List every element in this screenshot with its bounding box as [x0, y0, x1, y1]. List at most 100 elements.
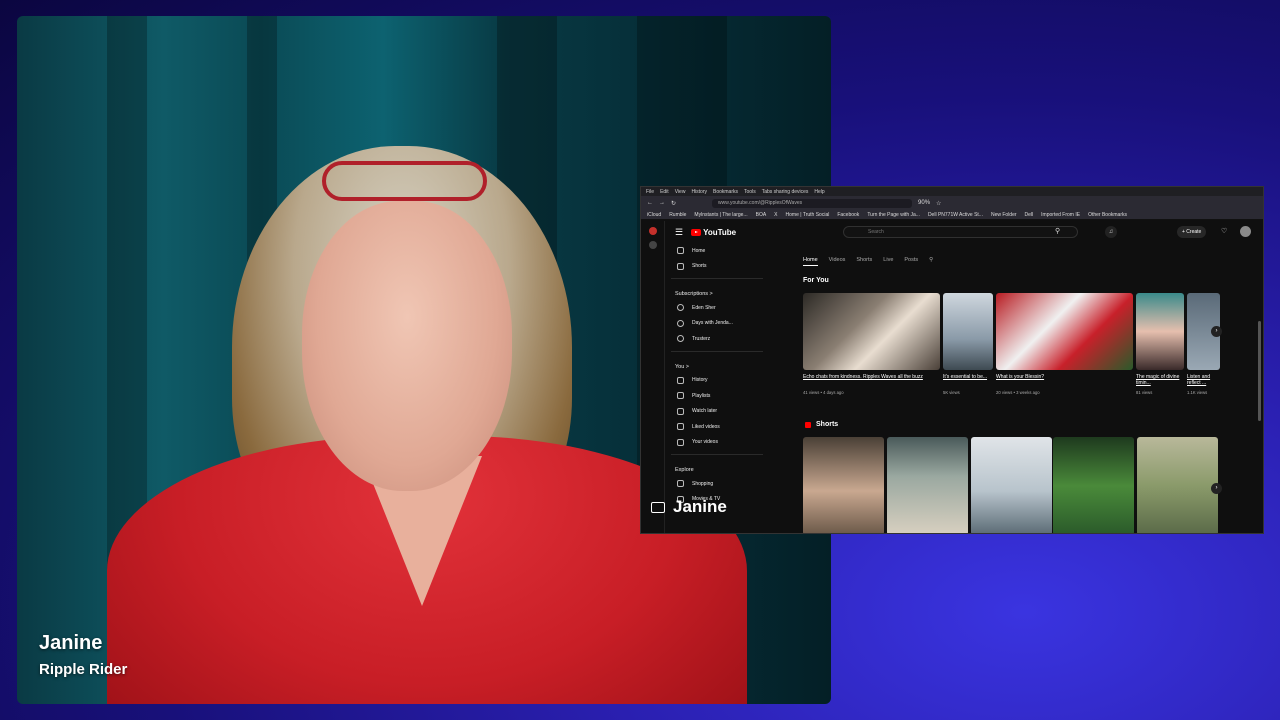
bookmark-item[interactable]: Other Bookmarks	[1088, 212, 1127, 218]
video-title[interactable]: It's essential to be...	[943, 374, 988, 380]
chevron-right-icon[interactable]: ›	[1211, 483, 1222, 494]
tab-shorts[interactable]: Shorts	[856, 257, 872, 266]
star-icon[interactable]: ☆	[936, 200, 941, 207]
video-thumbnail[interactable]	[996, 293, 1133, 370]
short-thumbnail[interactable]	[1053, 437, 1134, 533]
shorts-heading: Shorts	[816, 421, 839, 428]
youtube-header: ☰ YouTube Search ⚲ ♫ + Create ♡	[665, 221, 1263, 243]
shopping-bag-icon	[677, 480, 684, 488]
subscriptions-header[interactable]: Subscriptions >	[665, 283, 769, 300]
presenter-name: Janine	[39, 632, 103, 654]
you-header[interactable]: You >	[665, 356, 769, 373]
sidebar-item-subscription[interactable]: Trusterz	[665, 331, 769, 347]
sidebar-item-liked[interactable]: Liked videos	[665, 419, 769, 435]
tab-videos[interactable]: Videos	[829, 257, 846, 266]
bookmark-item[interactable]: Turn the Page with Ja...	[867, 212, 920, 218]
scrollbar[interactable]	[1258, 321, 1261, 421]
sidebar-item-label: Watch later	[692, 408, 718, 415]
youtube-tab-icon[interactable]	[648, 227, 657, 235]
screen-share-label: Janine	[651, 497, 727, 517]
video-thumbnail[interactable]	[803, 293, 940, 370]
short-thumbnail[interactable]	[1137, 437, 1218, 533]
menu-tabs[interactable]: Tabs sharing devices	[762, 189, 809, 195]
avatar[interactable]	[1240, 226, 1251, 237]
video-title[interactable]: Echo chats from kindness. Ripples Waves …	[803, 374, 933, 380]
sidebar-item-shorts[interactable]: Shorts	[665, 259, 769, 275]
extension-icon[interactable]	[648, 241, 657, 249]
bookmark-item[interactable]: Facebook	[837, 212, 859, 218]
video-title[interactable]: Listen and reflect ...	[1187, 374, 1221, 386]
shared-browser-window: File Edit View History Bookmarks Tools T…	[640, 186, 1264, 534]
glasses-icon	[322, 161, 487, 201]
bookmark-item[interactable]: Dell PN771W Active St...	[928, 212, 983, 218]
divider	[671, 454, 763, 455]
menu-help[interactable]: Help	[814, 189, 824, 195]
sidebar-item-label: Playlists	[692, 392, 711, 399]
sidebar-item-subscription[interactable]: Eden Sher	[665, 300, 769, 316]
video-icon	[677, 438, 684, 446]
menu-history[interactable]: History	[691, 189, 707, 195]
monitor-icon	[651, 501, 665, 513]
sidebar-item-playlists[interactable]: Playlists	[665, 388, 769, 404]
sidebar-item-shopping[interactable]: Shopping	[665, 476, 769, 492]
bookmark-item[interactable]: iCloud	[647, 212, 661, 218]
divider	[671, 350, 763, 352]
bookmark-item[interactable]: New Folder	[991, 212, 1017, 218]
short-thumbnail[interactable]	[803, 437, 884, 533]
menu-icon[interactable]: ☰	[675, 227, 683, 238]
divider	[671, 278, 763, 279]
short-thumbnail[interactable]	[887, 437, 968, 533]
home-icon	[677, 247, 684, 255]
menu-file[interactable]: File	[646, 189, 654, 195]
search-icon[interactable]: ⚲	[929, 257, 933, 266]
bookmark-item[interactable]: Imported From IE	[1041, 212, 1080, 218]
video-meta: 1.1K views	[1187, 390, 1208, 395]
microphone-icon[interactable]: ♫	[1105, 226, 1117, 238]
bookmark-item[interactable]: Mylnstants | The large...	[694, 212, 747, 218]
search-icon[interactable]: ⚲	[1055, 227, 1060, 235]
youtube-page: ☰ YouTube Search ⚲ ♫ + Create ♡ Home Sho…	[641, 221, 1263, 533]
sidebar-item-your-videos[interactable]: Your videos	[665, 435, 769, 451]
video-title[interactable]: What is your Blessin?	[996, 374, 1116, 380]
forward-icon[interactable]: →	[659, 200, 665, 206]
tab-live[interactable]: Live	[883, 257, 893, 266]
video-thumbnail[interactable]	[1136, 293, 1184, 370]
bookmark-item[interactable]: Home | Truth Social	[786, 212, 830, 218]
menu-edit[interactable]: Edit	[660, 189, 669, 195]
reload-icon[interactable]: ↻	[671, 200, 676, 207]
address-bar[interactable]: www.youtube.com/@RipplesOfWaves	[712, 198, 913, 208]
chevron-right-icon[interactable]: ›	[1211, 326, 1222, 337]
tab-posts[interactable]: Posts	[904, 257, 918, 266]
bookmark-item[interactable]: Rumble	[669, 212, 686, 218]
presenter-face	[302, 201, 512, 491]
menu-tools[interactable]: Tools	[744, 189, 756, 195]
short-thumbnail[interactable]	[971, 437, 1052, 533]
channel-avatar-icon	[677, 335, 684, 343]
sidebar-item-label: Trusterz	[692, 335, 711, 342]
bookmark-item[interactable]: X	[774, 212, 777, 218]
youtube-sidebar: Home Shorts Subscriptions > Eden Sher Da…	[665, 243, 769, 533]
menu-bookmarks[interactable]: Bookmarks	[713, 189, 738, 195]
bookmark-item[interactable]: BOA	[756, 212, 767, 218]
menu-view[interactable]: View	[675, 189, 686, 195]
back-icon[interactable]: ←	[647, 200, 653, 206]
sidebar-item-label: Shorts	[692, 263, 707, 270]
create-button[interactable]: + Create	[1177, 226, 1207, 238]
video-title[interactable]: The magic of divine timin...	[1136, 374, 1181, 386]
bookmark-item[interactable]: Dell	[1025, 212, 1034, 218]
youtube-logo[interactable]: YouTube	[691, 228, 736, 237]
video-meta: 41 views • 4 days ago	[803, 390, 844, 395]
video-meta: 20 views • 3 weeks ago	[996, 390, 1040, 395]
search-input[interactable]: Search	[843, 226, 1078, 238]
bell-icon[interactable]: ♡	[1221, 227, 1227, 235]
sidebar-item-history[interactable]: History	[665, 373, 769, 389]
browser-toolbar: ← → ↻ www.youtube.com/@RipplesOfWaves 90…	[641, 196, 1263, 210]
sidebar-item-home[interactable]: Home	[665, 243, 769, 259]
zoom-level[interactable]: 90%	[918, 200, 930, 206]
sidebar-item-subscription[interactable]: Days with Jenda...	[665, 316, 769, 332]
tab-home[interactable]: Home	[803, 257, 818, 266]
video-thumbnail[interactable]	[943, 293, 993, 370]
sidebar-item-label: Shopping	[692, 480, 714, 487]
sidebar-item-watch-later[interactable]: Watch later	[665, 404, 769, 420]
channel-tabs: Home Videos Shorts Live Posts ⚲	[803, 257, 933, 266]
